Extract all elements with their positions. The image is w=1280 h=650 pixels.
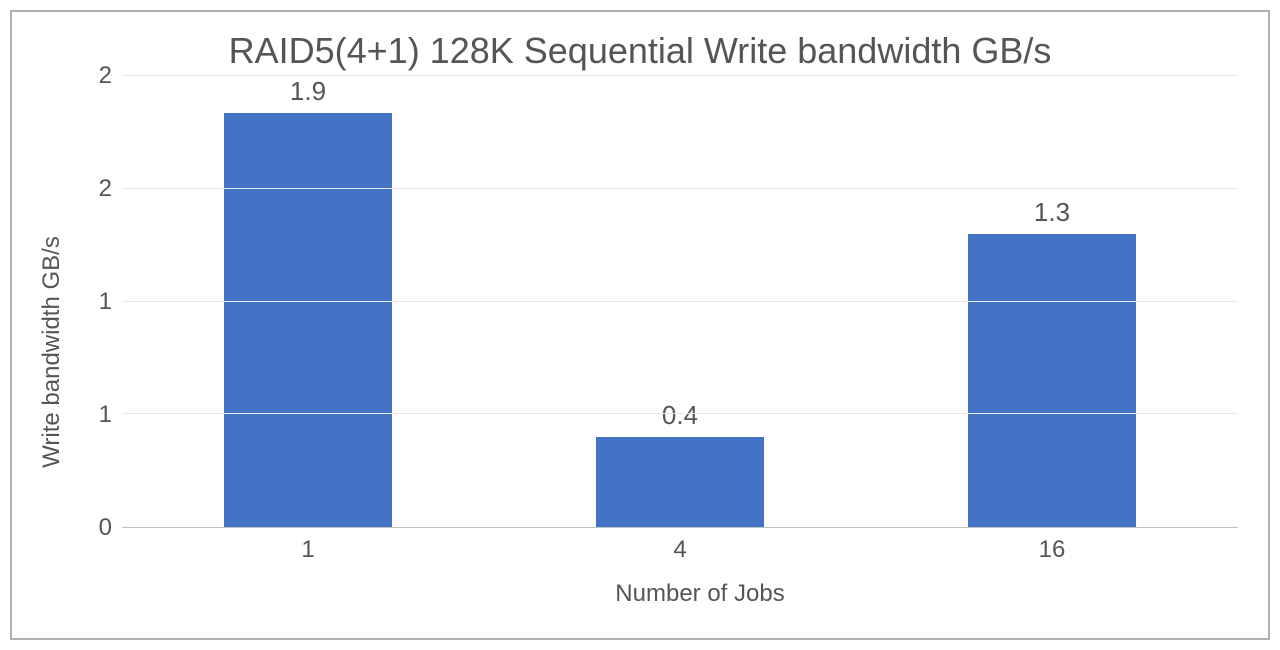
x-axis-ticks: 1416 <box>122 536 1238 564</box>
gridline <box>122 75 1238 76</box>
gridline <box>122 413 1238 414</box>
bar <box>596 437 763 527</box>
y-axis-ticks: 01122 <box>72 76 122 528</box>
y-tick-label: 0 <box>99 514 112 542</box>
gridline <box>122 301 1238 302</box>
bars-group: 1.9 0.4 1.3 <box>122 76 1238 527</box>
plot-area: 1.9 0.4 1.3 <box>122 76 1238 528</box>
bar-wrap: 1.9 <box>122 76 494 527</box>
plot-column: 01122 1.90.41.3 1416 Number of Jobs <box>72 76 1238 628</box>
gridline <box>122 188 1238 189</box>
y-tick-label: 1 <box>99 288 112 316</box>
chart-container: RAID5(4+1) 128K Sequential Write bandwid… <box>10 10 1270 640</box>
x-tick-label: 16 <box>866 536 1238 564</box>
bar <box>968 234 1135 527</box>
bar-value-label: 1.3 <box>1034 197 1070 228</box>
bar-wrap: 0.4 <box>494 76 866 527</box>
x-ticks-spacer <box>72 536 122 564</box>
y-axis-label-wrap: Write bandwidth GB/s <box>32 76 72 628</box>
x-axis-label: Number of Jobs <box>72 564 1238 628</box>
y-tick-label: 2 <box>99 175 112 203</box>
x-ticks-row: 1416 <box>72 536 1238 564</box>
y-tick-label: 1 <box>99 401 112 429</box>
bar <box>224 113 391 527</box>
chart-body: Write bandwidth GB/s 01122 1.90.41.3 141… <box>12 76 1268 638</box>
x-tick-label: 4 <box>494 536 866 564</box>
x-tick-label: 1 <box>122 536 494 564</box>
plot-row: 01122 1.90.41.3 <box>72 76 1238 528</box>
bar-wrap: 1.3 <box>866 76 1238 527</box>
bar-value-label: 0.4 <box>662 400 698 431</box>
y-axis-label: Write bandwidth GB/s <box>38 236 66 468</box>
bar-value-label: 1.9 <box>290 76 326 107</box>
chart-title: RAID5(4+1) 128K Sequential Write bandwid… <box>12 12 1268 76</box>
y-tick-label: 2 <box>99 62 112 90</box>
